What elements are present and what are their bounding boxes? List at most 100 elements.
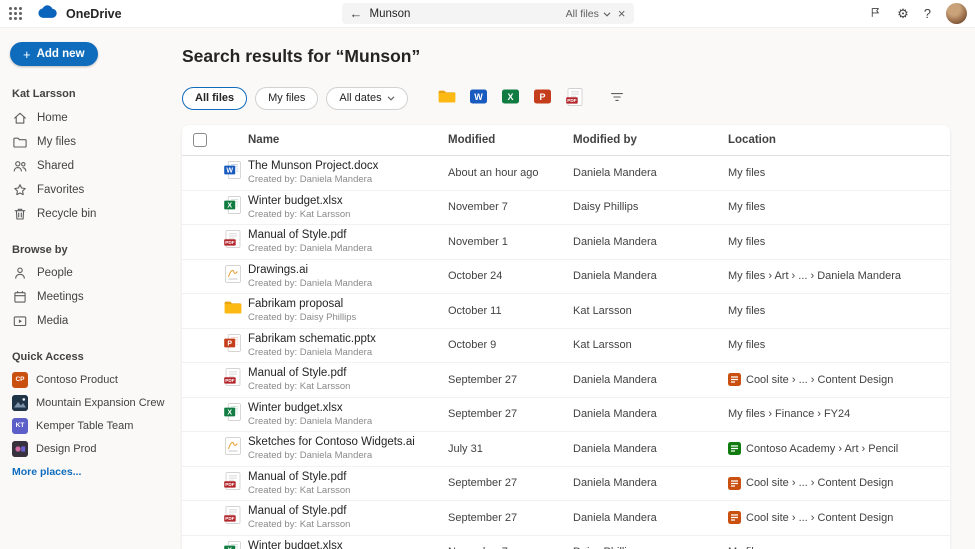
plus-icon: +	[23, 46, 31, 62]
files-table: Name Modified Modified by Location W The…	[182, 125, 950, 549]
search-clear-button[interactable]: ×	[618, 7, 626, 20]
file-created-by: Created by: Kat Larsson	[248, 381, 351, 393]
site-badge: CP	[12, 371, 28, 388]
file-location[interactable]: My files › Art › ... › Daniela Mandera	[728, 270, 901, 282]
quick-access-mountain-expansion-crew[interactable]: Mountain Expansion Crew	[0, 391, 172, 414]
column-header-modified-by[interactable]: Modified by	[573, 134, 728, 146]
file-location[interactable]: Contoso Academy › Art › Pencil	[746, 443, 898, 455]
table-row[interactable]: Drawings.ai Created by: Daniela Mandera …	[182, 260, 950, 294]
file-location[interactable]: My files	[728, 201, 765, 213]
file-location[interactable]: My files	[728, 305, 765, 317]
help-button[interactable]: ?	[924, 7, 931, 20]
table-row[interactable]: P Fabrikam schematic.pptx Created by: Da…	[182, 329, 950, 363]
file-name[interactable]: Winter budget.xlsx	[248, 195, 448, 208]
file-name[interactable]: Sketches for Contoso Widgets.ai	[248, 436, 448, 449]
sidebar-item-recycle-bin[interactable]: Recycle bin	[0, 202, 172, 226]
column-header-name[interactable]: Name	[248, 134, 448, 146]
filters-button[interactable]	[604, 85, 630, 111]
file-name[interactable]: Winter budget.xlsx	[248, 540, 448, 549]
file-created-by: Created by: Daniela Mandera	[248, 415, 373, 427]
more-places-link[interactable]: More places...	[12, 466, 81, 478]
search-scope-dropdown[interactable]: All files	[566, 8, 611, 20]
type-filter-folder[interactable]	[434, 85, 460, 111]
quick-access-heading: Quick Access	[12, 351, 84, 363]
sidebar-item-label: Favorites	[37, 184, 85, 196]
table-row[interactable]: PDF Manual of Style.pdf Created by: Kat …	[182, 501, 950, 536]
avatar[interactable]	[946, 3, 967, 24]
type-filter-powerpoint[interactable]: P	[530, 85, 556, 111]
filter-pill-all-dates[interactable]: All dates	[326, 86, 408, 110]
sidebar-item-shared[interactable]: Shared	[0, 154, 172, 178]
file-name[interactable]: Fabrikam schematic.pptx	[248, 333, 448, 346]
sidebar-item-media[interactable]: Media	[0, 309, 172, 333]
table-row[interactable]: X Winter budget.xlsx Created by: Daniela…	[182, 398, 950, 432]
sidebar-item-favorites[interactable]: Favorites	[0, 178, 172, 202]
type-filter-excel[interactable]: X	[498, 85, 524, 111]
type-filter-word[interactable]: W	[466, 85, 492, 111]
table-row[interactable]: Sketches for Contoso Widgets.ai Created …	[182, 432, 950, 467]
feedback-flag-button[interactable]	[869, 6, 882, 21]
sidebar-browse: People Meetings Media	[0, 261, 172, 333]
sidebar-item-label: People	[37, 267, 73, 279]
file-location[interactable]: Cool site › ... › Content Design	[746, 374, 893, 386]
table-row[interactable]: PDF Manual of Style.pdf Created by: Kat …	[182, 467, 950, 501]
file-name[interactable]: Manual of Style.pdf	[248, 367, 448, 380]
word-icon: W	[223, 160, 243, 185]
table-row[interactable]: PDF Manual of Style.pdf Created by: Dani…	[182, 225, 950, 260]
excel-icon: X	[223, 402, 243, 427]
sidebar-item-home[interactable]: Home	[0, 106, 172, 130]
file-modified: October 11	[448, 304, 502, 317]
add-new-button[interactable]: + Add new	[10, 42, 98, 66]
settings-button[interactable]: ⚙	[897, 7, 909, 20]
table-row[interactable]: W The Munson Project.docx Created by: Da…	[182, 156, 950, 191]
search-box[interactable]: ← All files ×	[341, 3, 634, 24]
file-modified: November 7	[448, 201, 508, 214]
quick-access-label: Contoso Product	[36, 373, 118, 386]
file-name[interactable]: Drawings.ai	[248, 264, 448, 277]
sidebar-item-meetings[interactable]: Meetings	[0, 285, 172, 309]
filter-pill-my-files[interactable]: My files	[255, 86, 319, 110]
back-arrow-icon[interactable]: ←	[350, 7, 363, 20]
file-modified-by: Daniela Mandera	[573, 373, 657, 386]
file-name[interactable]: The Munson Project.docx	[248, 160, 448, 173]
quick-access-design-prod[interactable]: Design Prod	[0, 437, 172, 460]
column-header-location[interactable]: Location	[728, 134, 950, 146]
file-location[interactable]: Cool site › ... › Content Design	[746, 477, 893, 489]
sidebar-item-people[interactable]: People	[0, 261, 172, 285]
file-location[interactable]: My files	[728, 339, 765, 351]
file-name[interactable]: Manual of Style.pdf	[248, 471, 448, 484]
folder-icon	[437, 87, 457, 110]
select-all-checkbox[interactable]	[193, 133, 207, 147]
table-row[interactable]: X Winter budget.xlsx Created by: Kat Lar…	[182, 536, 950, 549]
quick-access-contoso-product[interactable]: CP Contoso Product	[0, 368, 172, 391]
table-row[interactable]: X Winter budget.xlsx Created by: Kat Lar…	[182, 191, 950, 225]
column-header-modified[interactable]: Modified	[448, 134, 573, 146]
file-location[interactable]: My files	[728, 236, 765, 248]
pdf-icon: PDF	[223, 367, 243, 392]
file-created-by: Created by: Daniela Mandera	[248, 243, 373, 255]
mountain-thumb-icon	[12, 394, 28, 411]
app-launcher-button[interactable]	[0, 0, 30, 28]
sidebar-item-my-files[interactable]: My files	[0, 130, 172, 154]
file-name[interactable]: Manual of Style.pdf	[248, 505, 448, 518]
sidebar-item-label: Shared	[37, 160, 75, 172]
onedrive-brand[interactable]: OneDrive	[38, 4, 122, 23]
file-location[interactable]: My files › Finance › FY24	[728, 408, 850, 420]
file-name[interactable]: Manual of Style.pdf	[248, 229, 448, 242]
file-location[interactable]: Cool site › ... › Content Design	[746, 512, 893, 524]
table-row[interactable]: Fabrikam proposal Created by: Daisy Phil…	[182, 294, 950, 329]
search-input[interactable]	[369, 7, 559, 20]
file-modified: October 9	[448, 339, 497, 352]
file-modified: November 1	[448, 235, 508, 248]
excel-tile-icon: X	[501, 87, 520, 109]
type-filter-pdf[interactable]: PDF	[562, 85, 588, 111]
table-row[interactable]: PDF Manual of Style.pdf Created by: Kat …	[182, 363, 950, 398]
quick-access-kemper-table-team[interactable]: KT Kemper Table Team	[0, 414, 172, 437]
file-created-by: Created by: Daniela Mandera	[248, 450, 373, 462]
file-name[interactable]: Fabrikam proposal	[248, 298, 448, 311]
filter-pill-all-files[interactable]: All files	[182, 86, 248, 110]
file-modified-by: Daniela Mandera	[573, 442, 657, 455]
file-location[interactable]: My files	[728, 167, 765, 179]
powerpoint-icon: P	[223, 333, 243, 358]
file-name[interactable]: Winter budget.xlsx	[248, 402, 448, 415]
